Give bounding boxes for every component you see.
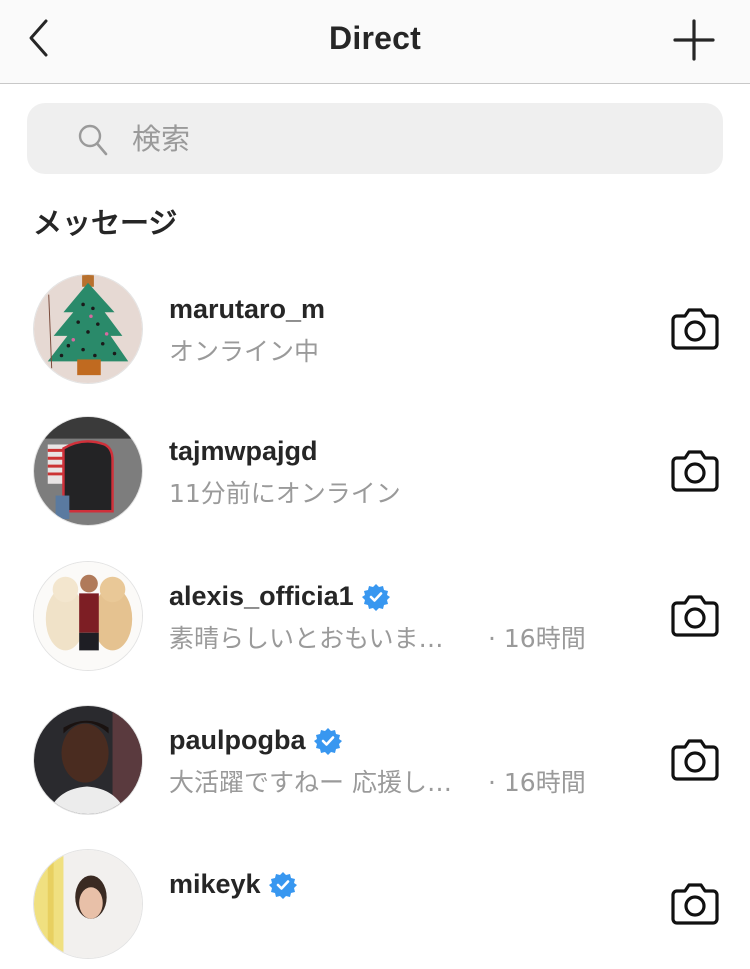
verified-badge-icon [268,871,297,899]
camera-icon[interactable] [669,304,721,352]
section-title: メッセージ [33,206,178,240]
thread-username: alexis_officia1 [169,581,390,612]
thread-row[interactable]: tajmwpajgd 11分前にオンライン [0,416,750,536]
thread-username: paulpogba [169,725,342,756]
camera-icon[interactable] [669,591,721,639]
thread-preview: 素晴らしいとおもいま… · 16時間 [169,619,586,655]
christmas-tree-avatar[interactable] [33,274,143,384]
page-title: Direct [329,20,421,56]
camera-icon[interactable] [669,879,721,927]
thread-preview: 大活躍ですねー 応援し… · 16時間 [169,763,586,799]
thread-status: 11分前にオンライン [169,479,401,508]
thread-row[interactable]: mikeyk [0,849,750,969]
verified-badge-icon [361,583,390,611]
thread-time: · 16時間 [488,768,586,797]
man-with-dogs-avatar[interactable] [33,561,143,671]
navigation-bar: Direct [0,0,750,84]
thread-username: tajmwpajgd [169,436,318,466]
camera-icon[interactable] [669,446,721,494]
verified-badge-icon [313,727,342,755]
school-backpack-avatar[interactable] [33,416,143,526]
thread-status: オンライン中 [169,337,320,366]
search-input[interactable] [130,116,694,162]
thread-username: marutaro_m [169,294,326,324]
portrait-avatar[interactable] [33,705,143,815]
thread-time: · 16時間 [488,624,586,653]
search-bar[interactable] [27,103,723,174]
thread-row[interactable]: paulpogba 大活躍ですねー 応援し… · 16時間 [0,705,750,825]
search-icon [78,124,108,156]
camera-icon[interactable] [669,735,721,783]
thread-username: mikeyk [169,869,297,900]
thread-row[interactable]: alexis_officia1 素晴らしいとおもいま… · 16時間 [0,561,750,681]
plus-icon[interactable] [672,18,716,62]
thread-row[interactable]: marutaro_m オンライン中 [0,274,750,394]
portrait-avatar[interactable] [33,849,143,959]
